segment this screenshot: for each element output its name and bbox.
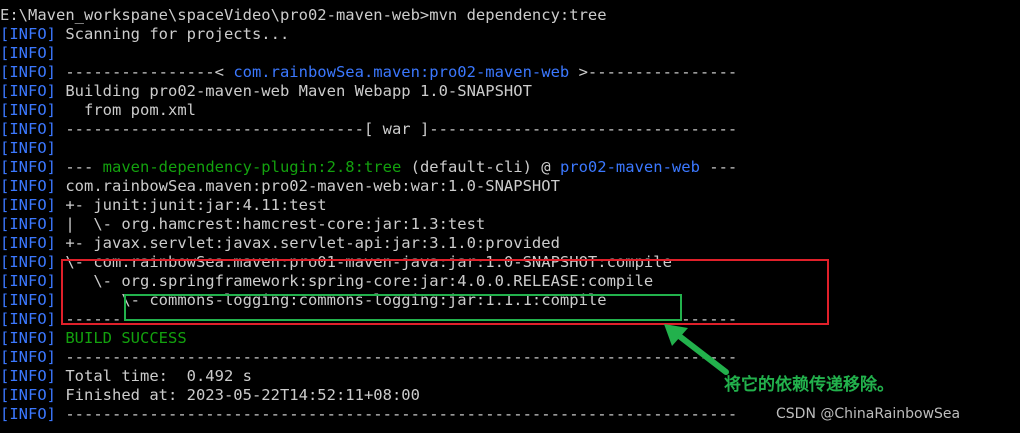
- line-text: com.rainbowSea.maven:pro02-maven-web:war…: [56, 177, 560, 195]
- info-tag: [INFO]: [0, 386, 56, 404]
- console-line: [INFO] com.rainbowSea.maven:pro02-maven-…: [0, 177, 1020, 196]
- line-text: --------------------------------[ war ]-…: [56, 120, 738, 138]
- console-line: [INFO]: [0, 44, 1020, 63]
- info-tag: [INFO]: [0, 253, 56, 271]
- console-line: [INFO] Scanning for projects...: [0, 25, 1020, 44]
- line-text: ----------------------------------------…: [56, 348, 738, 366]
- info-tag: [INFO]: [0, 25, 56, 43]
- console-line: [INFO] | \- org.hamcrest:hamcrest-core:j…: [0, 215, 1020, 234]
- console-line: [INFO] --------------------------------[…: [0, 120, 1020, 139]
- highlight-green-text: BUILD SUCCESS: [56, 329, 187, 347]
- line-text: (default-cli) @: [401, 158, 560, 176]
- line-text: Finished at: 2023-05-22T14:52:11+08:00: [56, 386, 420, 404]
- console-line: [INFO] --- maven-dependency-plugin:2.8:t…: [0, 158, 1020, 177]
- terminal-output: E:\Maven_workspane\spaceVideo\pro02-mave…: [0, 6, 1020, 424]
- watermark: CSDN @ChinaRainbowSea: [776, 406, 961, 422]
- info-tag: [INFO]: [0, 310, 56, 328]
- console-line: [INFO] Building pro02-maven-web Maven We…: [0, 82, 1020, 101]
- highlight-blue-text: com.rainbowSea.maven:pro02-maven-web: [233, 63, 570, 81]
- info-tag: [INFO]: [0, 177, 56, 195]
- console-line: [INFO] from pom.xml: [0, 101, 1020, 120]
- console-lines: [INFO] Scanning for projects... [INFO] [IN…: [0, 25, 1020, 424]
- highlight-blue-text: pro02-maven-web: [559, 158, 700, 176]
- line-text: ----------------------------------------…: [56, 405, 738, 423]
- info-tag: [INFO]: [0, 158, 56, 176]
- info-tag: [INFO]: [0, 329, 56, 347]
- line-text: Total time: 0.492 s: [56, 367, 252, 385]
- console-line: [INFO] ---------------------------------…: [0, 348, 1020, 367]
- info-tag: [INFO]: [0, 348, 56, 366]
- console-line: [INFO] +- javax.servlet:javax.servlet-ap…: [0, 234, 1020, 253]
- info-tag: [INFO]: [0, 196, 56, 214]
- green-highlight-box: [124, 294, 682, 321]
- line-text: ---: [699, 158, 738, 176]
- info-tag: [INFO]: [0, 367, 56, 385]
- console-line: [INFO]: [0, 139, 1020, 158]
- line-text: ----------------<: [56, 63, 234, 81]
- line-text: +- junit:junit:jar:4.11:test: [56, 196, 327, 214]
- line-text: Scanning for projects...: [56, 25, 290, 43]
- info-tag: [INFO]: [0, 44, 56, 62]
- info-tag: [INFO]: [0, 139, 56, 157]
- line-text: from pom.xml: [56, 101, 196, 119]
- line-text: >----------------: [569, 63, 738, 81]
- console-line: [INFO] BUILD SUCCESS: [0, 329, 1020, 348]
- line-text: +- javax.servlet:javax.servlet-api:jar:3…: [56, 234, 560, 252]
- annotation-text: 将它的依赖传递移除。: [724, 375, 894, 395]
- info-tag: [INFO]: [0, 291, 56, 309]
- info-tag: [INFO]: [0, 234, 56, 252]
- info-tag: [INFO]: [0, 63, 56, 81]
- info-tag: [INFO]: [0, 101, 56, 119]
- line-text: ---: [56, 158, 103, 176]
- line-text: Building pro02-maven-web Maven Webapp 1.…: [56, 82, 532, 100]
- console-line: [INFO] +- junit:junit:jar:4.11:test: [0, 196, 1020, 215]
- highlight-green-text: maven-dependency-plugin:2.8:tree: [102, 158, 402, 176]
- info-tag: [INFO]: [0, 82, 56, 100]
- info-tag: [INFO]: [0, 272, 56, 290]
- info-tag: [INFO]: [0, 120, 56, 138]
- command-prompt-line: E:\Maven_workspane\spaceVideo\pro02-mave…: [0, 6, 1020, 25]
- console-line: [INFO] ----------------< com.rainbowSea.…: [0, 63, 1020, 82]
- line-text: | \- org.hamcrest:hamcrest-core:jar:1.3:…: [56, 215, 486, 233]
- info-tag: [INFO]: [0, 405, 56, 423]
- info-tag: [INFO]: [0, 215, 56, 233]
- command-prompt: E:\Maven_workspane\spaceVideo\pro02-mave…: [0, 6, 607, 24]
